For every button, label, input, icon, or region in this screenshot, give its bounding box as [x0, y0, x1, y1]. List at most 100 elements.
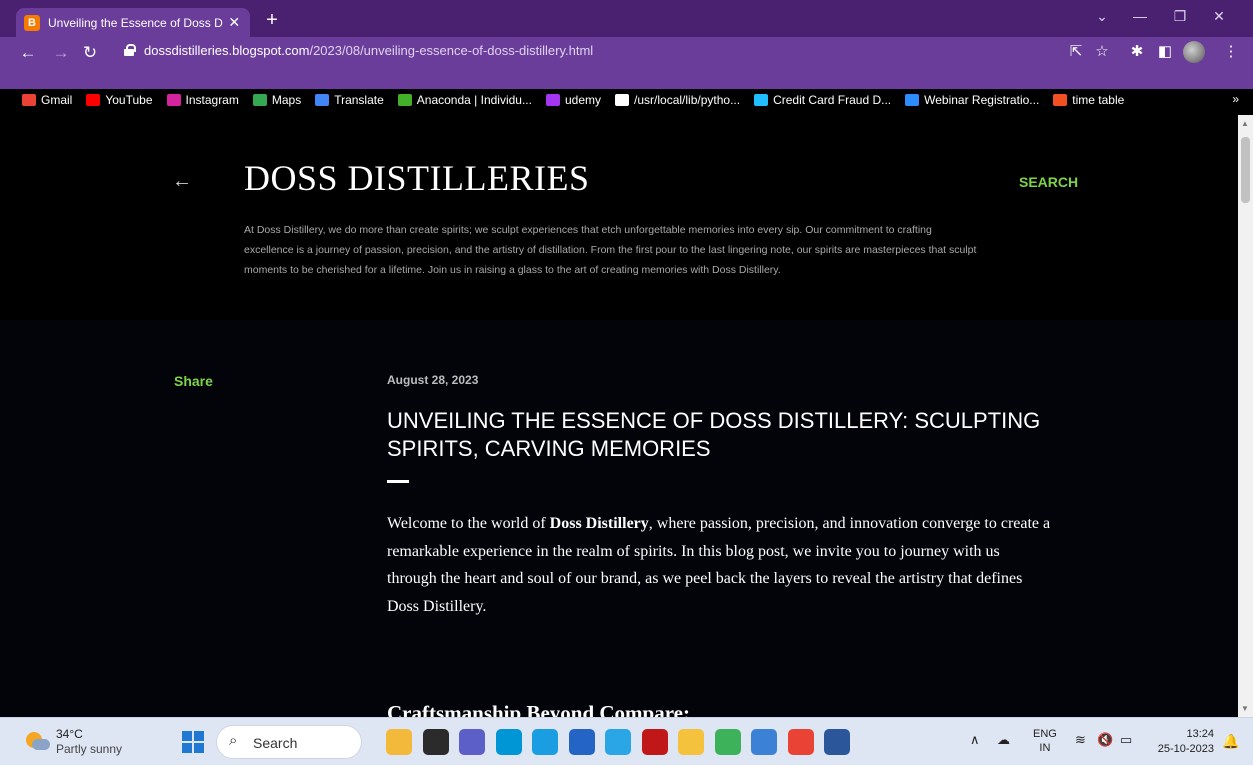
post-title: UNVEILING THE ESSENCE OF DOSS DISTILLERY…	[387, 408, 1041, 461]
bookmark-item[interactable]: /usr/local/lib/pytho...	[615, 93, 740, 107]
url-text: dossdistilleries.blogspot.com/2023/08/un…	[144, 43, 594, 58]
wifi-icon[interactable]: ≋	[1075, 732, 1086, 748]
bookmarks-overflow-icon[interactable]: »	[1232, 92, 1239, 106]
language-indicator[interactable]: ENG IN	[1033, 727, 1057, 755]
bookmark-item[interactable]: udemy	[545, 93, 602, 107]
page-scrollbar[interactable]: ▲ ▼	[1238, 115, 1253, 717]
bookmark-favicon-icon	[615, 94, 630, 106]
close-window-icon[interactable]: ✕	[1207, 8, 1231, 25]
profile-avatar[interactable]	[1183, 41, 1205, 63]
bookmark-label: Maps	[271, 93, 302, 107]
bookmark-label: YouTube	[105, 93, 153, 107]
new-tab-button[interactable]: +	[260, 9, 284, 33]
bookmark-favicon-icon	[166, 94, 181, 106]
restore-icon[interactable]: ❐	[1168, 8, 1192, 25]
title-divider	[387, 480, 409, 483]
blogger-favicon-icon: B	[24, 14, 40, 31]
scroll-up-icon[interactable]: ▲	[1241, 119, 1249, 128]
tab-strip: B Unveiling the Essence of Doss D ✕ + ⌄ …	[0, 0, 1253, 37]
bookmark-label: time table	[1072, 93, 1125, 107]
notification-bell-icon[interactable]: 🔔	[1222, 733, 1239, 750]
share-button[interactable]: Share	[174, 373, 213, 389]
bookmark-favicon-icon	[397, 94, 412, 106]
bookmark-favicon-icon	[1053, 94, 1068, 106]
browser-tab[interactable]: B Unveiling the Essence of Doss D ✕	[16, 8, 250, 37]
bookmark-favicon-icon	[545, 94, 560, 106]
share-page-icon[interactable]: ⇱	[1066, 42, 1086, 60]
bookmark-item[interactable]: Gmail	[22, 93, 72, 107]
myhp-app-icon[interactable]	[495, 729, 522, 755]
post-body: Welcome to the world of Doss Distillery,…	[387, 515, 1051, 615]
bookmark-favicon-icon	[22, 94, 36, 106]
address-bar[interactable]: dossdistilleries.blogspot.com/2023/08/un…	[112, 41, 1123, 61]
bookmark-label: Gmail	[41, 93, 73, 107]
folder-app-icon[interactable]	[678, 729, 704, 755]
extensions-icon[interactable]: ✱	[1127, 42, 1147, 60]
chrome-browser-icon[interactable]	[787, 729, 814, 755]
bookmark-label: Anaconda | Individu...	[416, 93, 532, 107]
bookmark-label: Translate	[334, 93, 384, 107]
menu-kebab-icon[interactable]: ⋮	[1221, 42, 1241, 60]
back-icon[interactable]: ←	[18, 43, 38, 63]
weather-condition[interactable]: Partly sunny	[56, 742, 122, 756]
bookmark-favicon-icon	[905, 94, 920, 106]
weather-icon[interactable]	[26, 730, 50, 752]
volume-muted-icon[interactable]: 🔇	[1097, 732, 1113, 748]
reload-icon[interactable]: ↻	[80, 43, 100, 63]
tab-close-icon[interactable]: ✕	[226, 14, 242, 31]
bookmark-item[interactable]: Instagram	[166, 93, 239, 107]
blog-page: ← DOSS DISTILLERIES SEARCH At Doss Disti…	[0, 115, 1238, 717]
back-arrow-icon[interactable]: ←	[172, 170, 192, 193]
bookmark-favicon-icon	[252, 94, 267, 106]
weather-temperature[interactable]: 34°C	[56, 727, 83, 741]
bookmark-label: Instagram	[185, 93, 239, 107]
bookmark-star-icon[interactable]: ☆	[1092, 42, 1112, 60]
bookmark-favicon-icon	[86, 94, 101, 106]
bookmark-favicon-icon	[315, 94, 330, 106]
bookmark-label: /usr/local/lib/pytho...	[634, 93, 741, 107]
bookmark-item[interactable]: Credit Card Fraud D...	[754, 93, 891, 107]
tab-title: Unveiling the Essence of Doss D	[48, 15, 223, 30]
battery-icon[interactable]: ▭	[1120, 732, 1132, 748]
bookmark-label: udemy	[564, 93, 602, 107]
bookmark-item[interactable]: Maps	[252, 93, 302, 107]
bookmark-item[interactable]: Webinar Registratio...	[905, 93, 1039, 107]
edge-browser-icon[interactable]	[532, 729, 558, 755]
taskbar-search-label: Search	[253, 735, 298, 751]
onedrive-icon[interactable]: ☁	[997, 732, 1010, 748]
bookmark-label: Webinar Registratio...	[924, 93, 1040, 107]
store-app-icon[interactable]	[568, 729, 595, 755]
blog-title[interactable]: DOSS DISTILLERIES	[244, 157, 590, 199]
bookmark-favicon-icon	[754, 94, 769, 106]
chrome-dev-icon[interactable]	[714, 729, 741, 755]
blog-header: ← DOSS DISTILLERIES SEARCH At Doss Disti…	[0, 115, 1238, 320]
bookmark-item[interactable]: time table	[1053, 93, 1124, 107]
file-explorer-icon[interactable]	[422, 729, 449, 755]
chat-app-icon[interactable]	[459, 729, 485, 755]
system-clock[interactable]: 13:24 25-10-2023	[1156, 727, 1214, 757]
scroll-down-icon[interactable]: ▼	[1241, 704, 1249, 713]
minimize-icon[interactable]: —	[1128, 8, 1152, 24]
scroll-thumb[interactable]	[1241, 137, 1250, 203]
section-heading: Craftsmanship Beyond Compare:	[387, 701, 690, 717]
notepad-app-icon[interactable]	[751, 729, 777, 755]
side-panel-icon[interactable]: ◧	[1155, 42, 1175, 60]
word-app-icon[interactable]	[824, 729, 850, 755]
windows-start-icon[interactable]	[182, 731, 204, 753]
tab-search-icon[interactable]: ⌄	[1090, 8, 1114, 25]
blog-description: At Doss Distillery, we do more than crea…	[244, 224, 977, 276]
taskbar-search[interactable]: ⌕ Search	[216, 725, 362, 759]
tray-overflow-icon[interactable]: ∧	[970, 732, 980, 748]
bookmarks-bar: Gmail YouTube Instagram Maps Translate Anacon…	[0, 89, 1253, 111]
chrome-canary-icon[interactable]	[605, 729, 631, 755]
post-date[interactable]: August 28, 2023	[387, 373, 478, 387]
forward-icon[interactable]: →	[51, 43, 71, 63]
search-button[interactable]: SEARCH	[1019, 174, 1078, 190]
bookmark-item[interactable]: YouTube	[86, 93, 153, 107]
bookmark-item[interactable]: Anaconda | Individu...	[397, 93, 532, 107]
search-icon: ⌕	[229, 732, 238, 749]
widgets-app-icon[interactable]	[386, 729, 412, 755]
bookmark-item[interactable]: Translate	[315, 93, 384, 107]
browser-toolbar: ← → ↻ dossdistilleries.blogspot.com/2023…	[0, 37, 1253, 89]
mcafee-app-icon[interactable]	[641, 729, 668, 755]
